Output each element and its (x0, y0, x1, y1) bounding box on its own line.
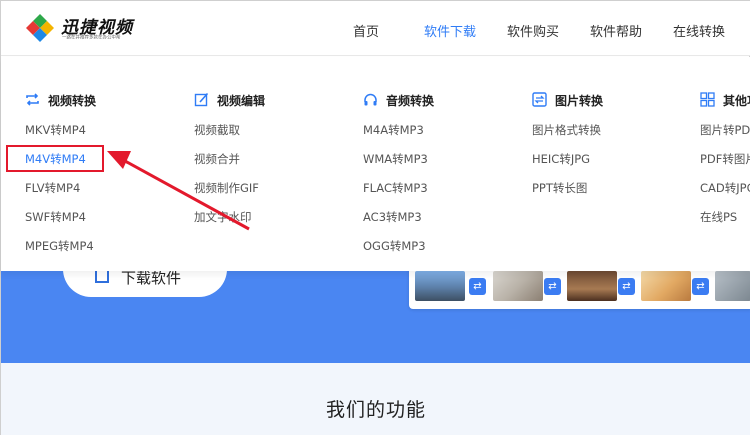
swap-icon[interactable]: ⇄ (469, 278, 486, 295)
nav-home[interactable]: 首页 (353, 21, 379, 40)
headphones-icon (364, 93, 377, 106)
menu-item-mkv-to-mp4[interactable]: MKV转MP4 (25, 122, 86, 138)
menu-item-pdf-to-image[interactable]: PDF转图片 (700, 151, 750, 167)
preview-thumbnail (493, 271, 543, 301)
menu-item-ogg-to-mp3[interactable]: OGG转MP3 (363, 238, 426, 254)
loop-icon (26, 93, 39, 106)
nav-software-purchase[interactable]: 软件购买 (507, 21, 559, 40)
download-icon (95, 269, 109, 283)
menu-item-online-ps[interactable]: 在线PS (700, 209, 737, 225)
swap-icon[interactable]: ⇄ (618, 278, 635, 295)
menu-item-flv-to-mp4[interactable]: FLV转MP4 (25, 180, 80, 196)
column-title: 图片转换 (555, 94, 604, 108)
site-header: 迅捷视频 一路在并推荐多款在办公中帮 首页 软件下载 软件购买 软件帮助 在线转… (1, 1, 750, 56)
menu-item-ppt-to-long-image[interactable]: PPT转长图 (532, 180, 587, 196)
preview-thumbnail (641, 271, 691, 301)
menu-item-swf-to-mp4[interactable]: SWF转MP4 (25, 209, 86, 225)
column-title: 音频转换 (386, 94, 435, 108)
menu-item-mpeg-to-mp4[interactable]: MPEG转MP4 (25, 238, 94, 254)
preview-thumbnail (567, 271, 617, 301)
menu-item-image-to-pdf[interactable]: 图片转PDF (700, 122, 750, 138)
column-title: 其他功 (723, 94, 750, 108)
software-dropdown-menu: 视频转换 MKV转MP4 M4V转MP4 FLV转MP4 SWF转MP4 MPE… (1, 57, 750, 271)
edit-icon (194, 92, 209, 107)
menu-item-add-text-watermark[interactable]: 加文字水印 (194, 209, 252, 225)
nav-online-convert[interactable]: 在线转换 (673, 21, 725, 40)
highlight-box (6, 145, 104, 172)
menu-item-flac-to-mp3[interactable]: FLAC转MP3 (363, 180, 428, 196)
column-title: 视频编辑 (217, 94, 266, 108)
grid-icon (700, 92, 715, 107)
menu-item-video-trim[interactable]: 视频截取 (194, 122, 240, 138)
preview-thumbnail (415, 271, 465, 301)
nav-software-download[interactable]: 软件下载 (424, 21, 476, 40)
logo-subtitle: 一路在并推荐多款在办公中帮 (62, 34, 121, 41)
image-swap-icon (532, 92, 547, 107)
logo[interactable]: 迅捷视频 一路在并推荐多款在办公中帮 (25, 12, 135, 46)
menu-item-video-to-gif[interactable]: 视频制作GIF (194, 180, 259, 196)
menu-item-heic-to-jpg[interactable]: HEIC转JPG (532, 151, 590, 167)
swap-icon[interactable]: ⇄ (544, 278, 561, 295)
menu-item-cad-to-jpg[interactable]: CAD转JPG (700, 180, 750, 196)
menu-item-wma-to-mp3[interactable]: WMA转MP3 (363, 151, 428, 167)
preview-thumbnail (715, 271, 750, 301)
column-title: 视频转换 (48, 94, 97, 108)
menu-item-ac3-to-mp3[interactable]: AC3转MP3 (363, 209, 422, 225)
logo-mark-icon (26, 14, 54, 42)
menu-item-video-merge[interactable]: 视频合并 (194, 151, 240, 167)
nav-software-help[interactable]: 软件帮助 (590, 21, 642, 40)
menu-item-m4a-to-mp3[interactable]: M4A转MP3 (363, 122, 424, 138)
menu-item-image-format-convert[interactable]: 图片格式转换 (532, 122, 601, 138)
features-title: 我们的功能 (325, 399, 426, 421)
swap-icon[interactable]: ⇄ (692, 278, 709, 295)
